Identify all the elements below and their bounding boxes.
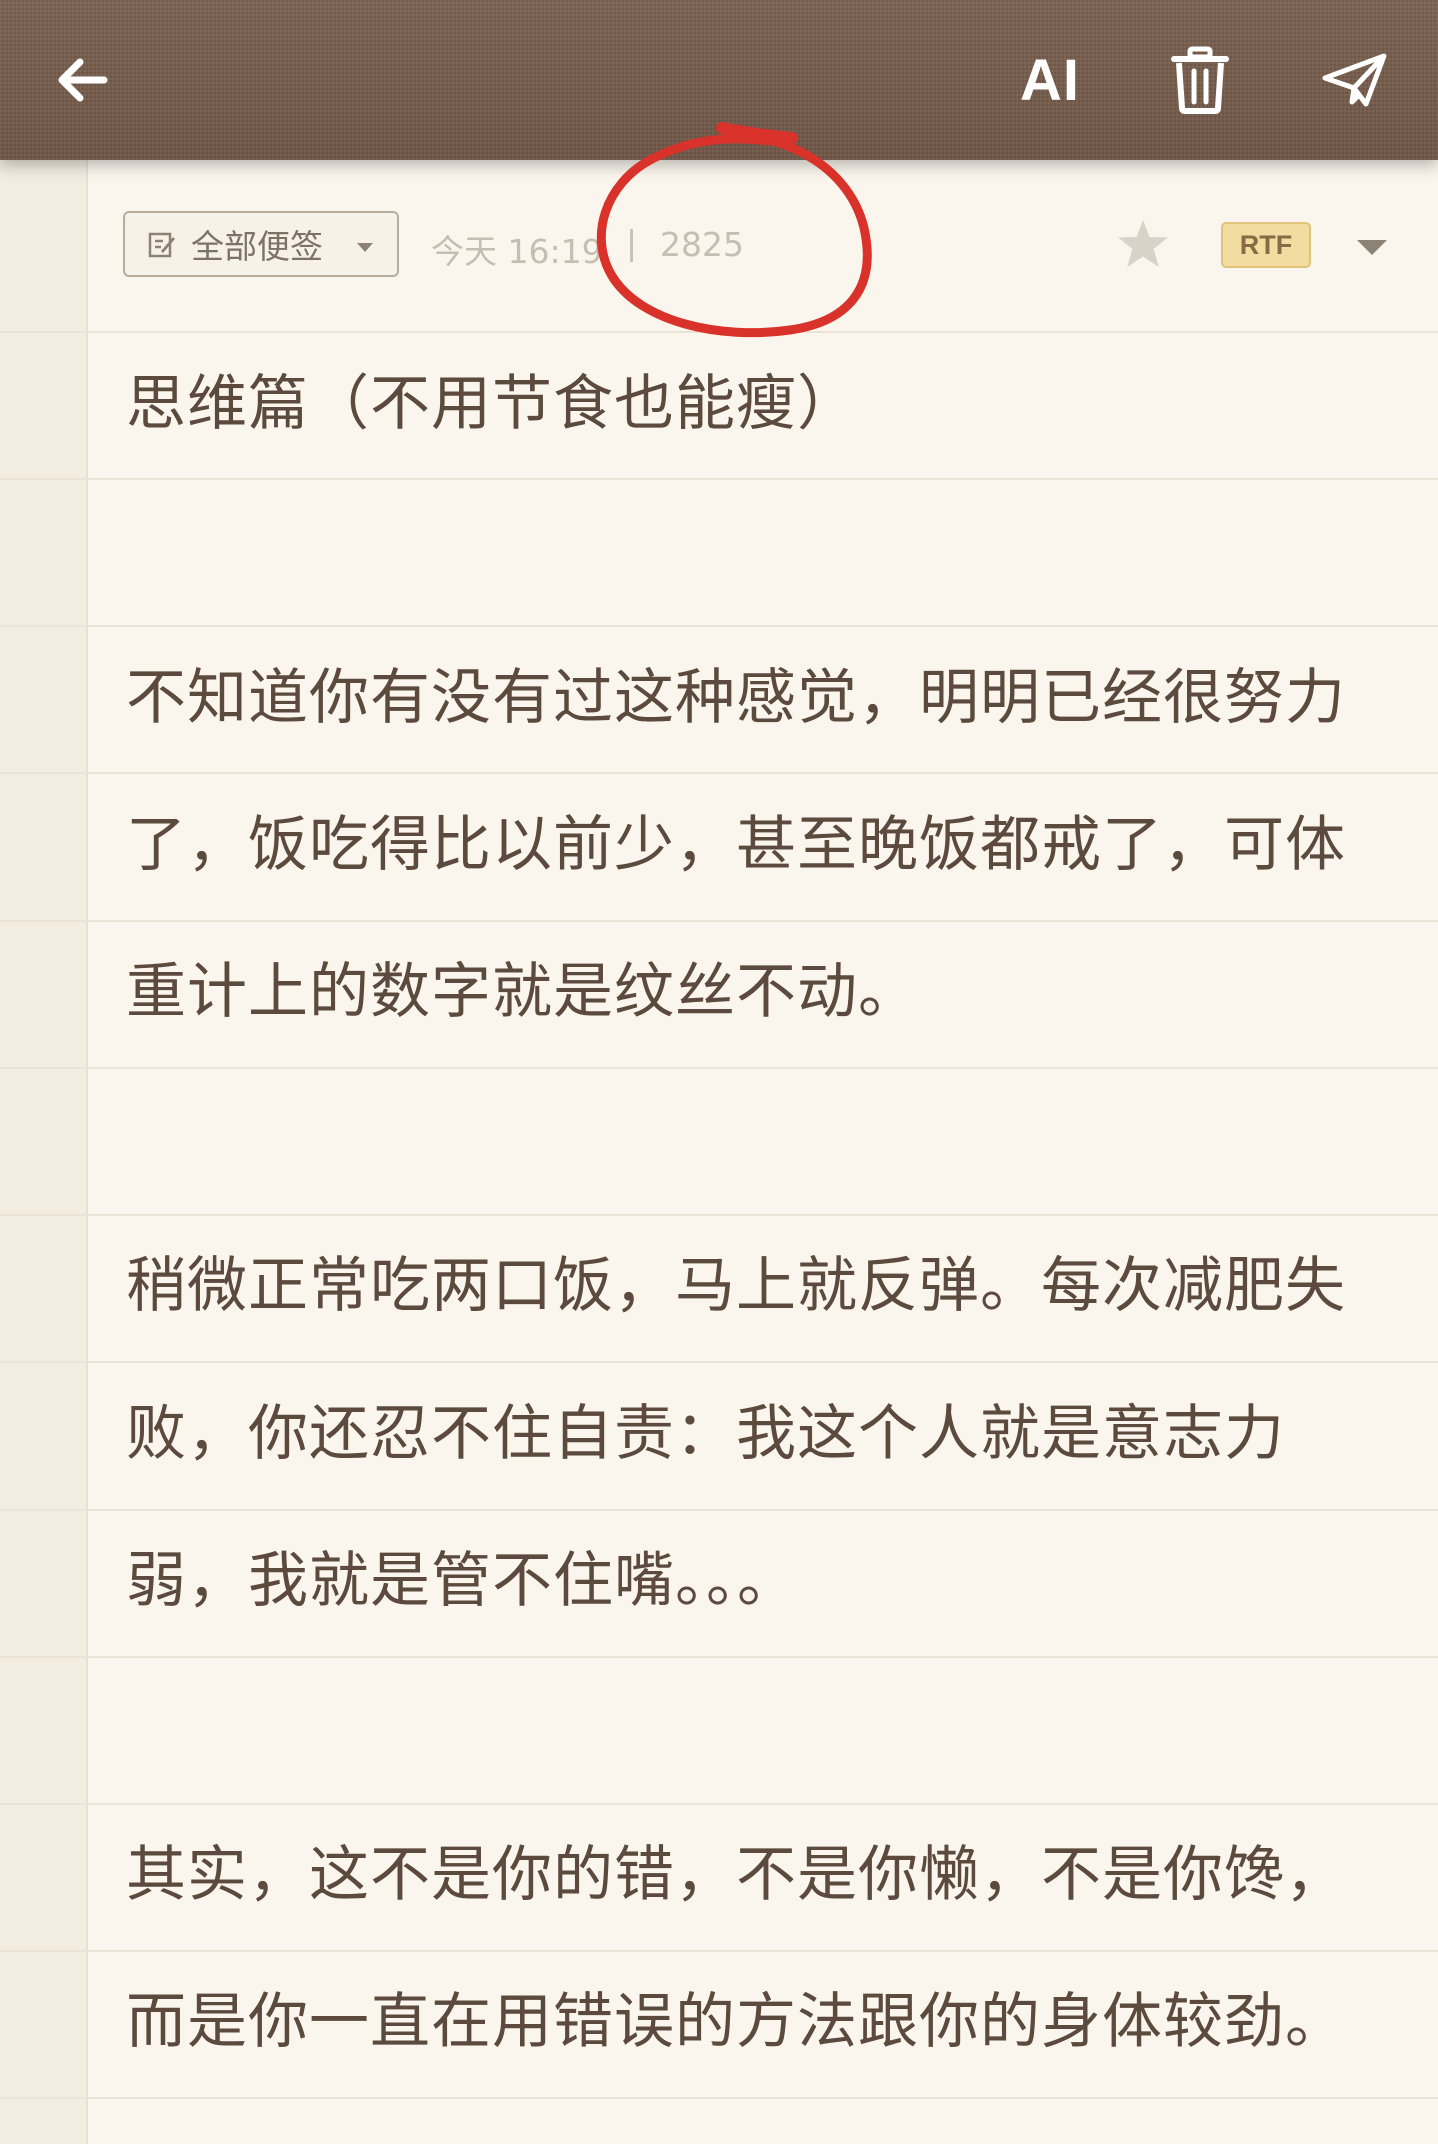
note-title[interactable]: 思维篇（不用节食也能瘦） (126, 374, 858, 434)
ruled-line (0, 1950, 1438, 1952)
meta-separator: | (626, 223, 638, 262)
note-line[interactable]: 重计上的数字就是纹丝不动。 (126, 962, 919, 1022)
note-line[interactable]: 不知道你有没有过这种感觉，明明已经很努力 (126, 668, 1346, 728)
ruled-line (0, 1656, 1438, 1658)
send-button[interactable] (1315, 40, 1395, 120)
note-line[interactable]: 败，你还忍不住自责：我这个人就是意志力 (126, 1404, 1285, 1464)
chevron-down-icon (357, 243, 373, 252)
back-button[interactable] (42, 40, 122, 120)
ruled-line (0, 772, 1438, 774)
ruled-line (0, 1803, 1438, 1805)
note-line[interactable]: 了，饭吃得比以前少，甚至晚饭都戒了，可体 (126, 815, 1346, 875)
ruled-line (0, 331, 1438, 333)
ai-button[interactable]: AI (1010, 40, 1090, 120)
trash-icon (1171, 46, 1229, 114)
ruled-line (0, 920, 1438, 922)
more-menu-icon[interactable] (1357, 240, 1387, 255)
note-timestamp: 今天 16:19 (431, 232, 603, 271)
star-icon[interactable] (1113, 215, 1173, 275)
paper-margin (0, 160, 88, 2144)
note-line[interactable]: 而是你一直在用错误的方法跟你的身体较劲。 (126, 1992, 1346, 2052)
folder-label: 全部便签 (191, 227, 323, 266)
ruled-line (0, 625, 1438, 627)
note-line[interactable]: 其实，这不是你的错，不是你懒，不是你馋， (126, 1845, 1346, 1905)
top-toolbar: AI (0, 0, 1438, 160)
ruled-line (0, 1214, 1438, 1216)
arrow-left-icon (58, 58, 108, 102)
note-line[interactable]: 弱，我就是管不住嘴。。。 (126, 1551, 798, 1611)
ruled-line (0, 1361, 1438, 1363)
rtf-badge[interactable]: RTF (1221, 222, 1311, 268)
ruled-line (0, 1509, 1438, 1511)
note-line[interactable]: 稍微正常吃两口饭，马上就反弹。每次减肥失 (126, 1256, 1346, 1316)
note-meta-row: 全部便签 今天 16:19 | 2825 RTF (123, 211, 1403, 281)
paper-plane-icon (1322, 53, 1387, 107)
ruled-line (0, 1067, 1438, 1069)
word-count: 2825 (660, 225, 744, 264)
ruled-line (0, 478, 1438, 480)
edit-note-icon (148, 232, 175, 258)
ruled-line (0, 2097, 1438, 2099)
delete-button[interactable] (1160, 40, 1240, 120)
folder-selector[interactable]: 全部便签 (123, 211, 399, 277)
